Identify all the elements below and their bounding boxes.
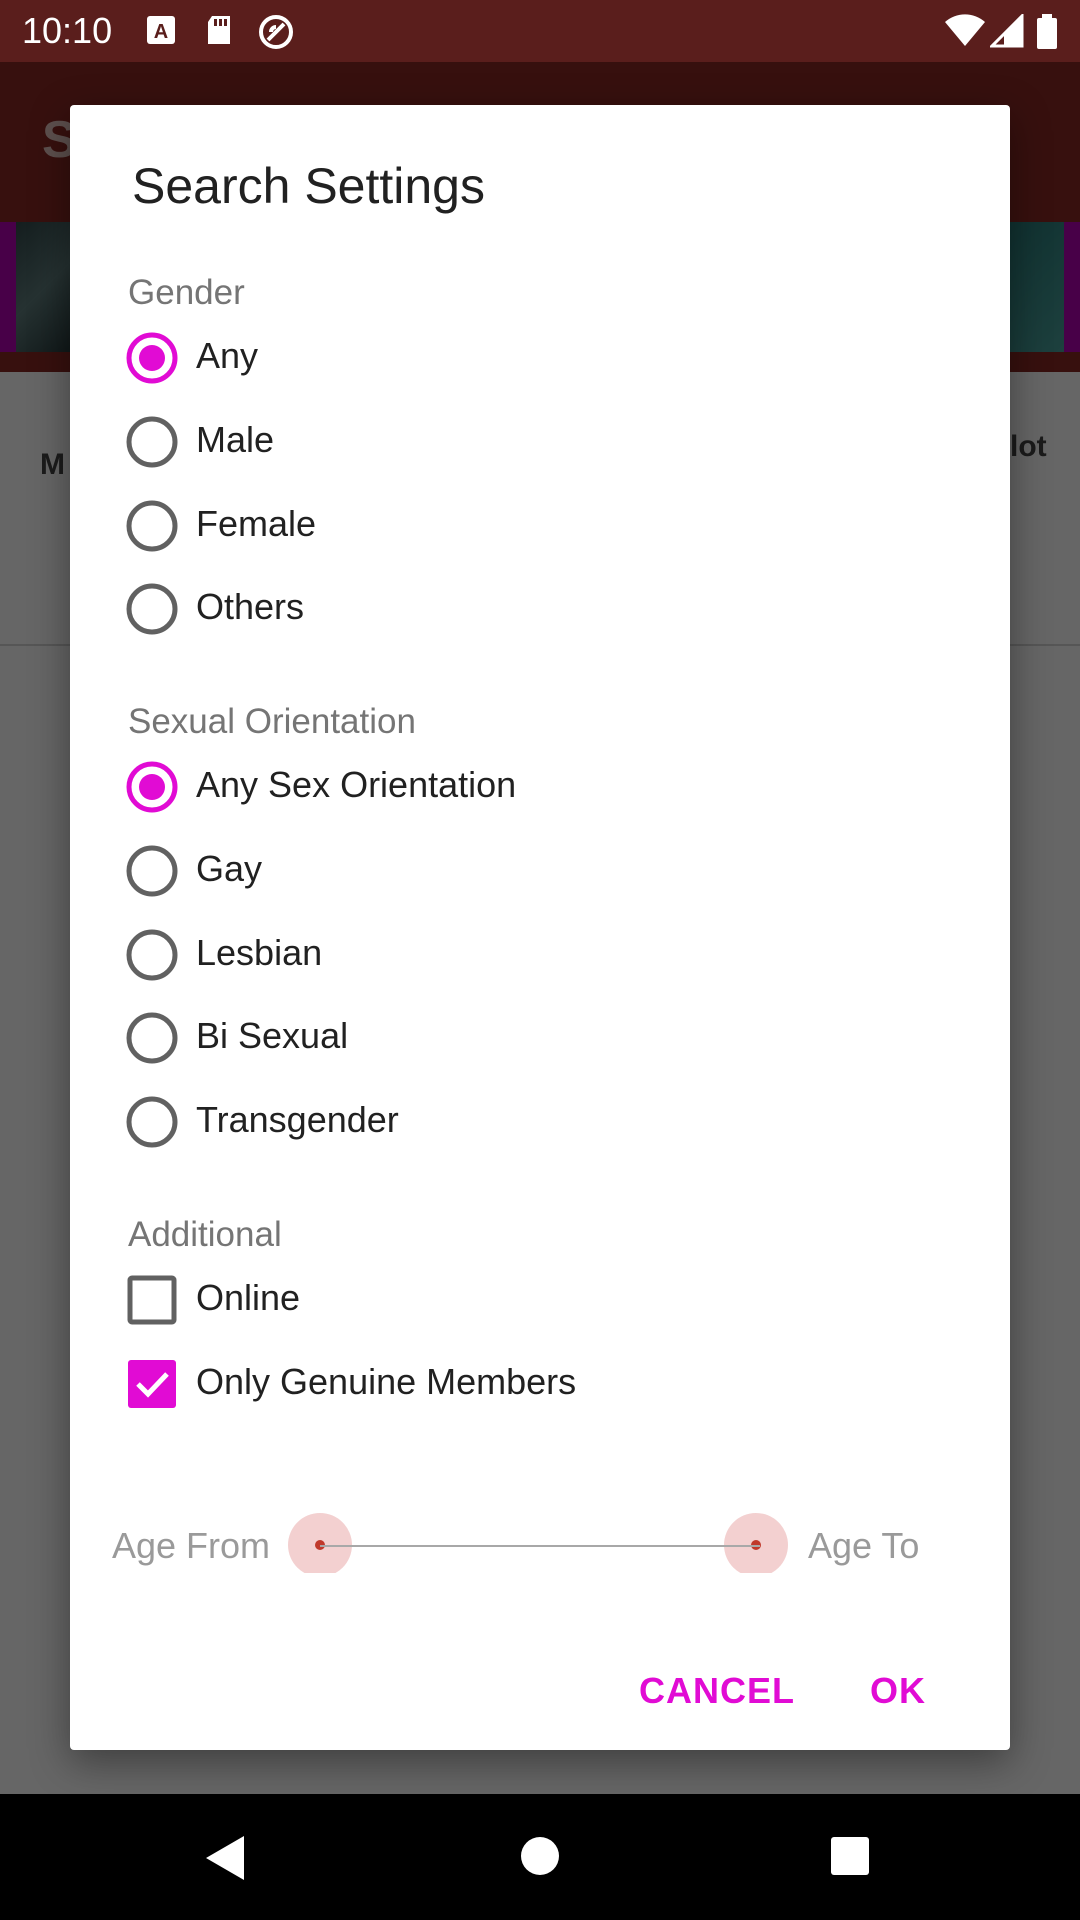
battery-icon	[1037, 14, 1057, 49]
option-label: Female	[196, 503, 317, 544]
status-time: 10:10	[22, 10, 113, 51]
status-bar: 10:10 A	[0, 0, 1080, 62]
a-notification-icon: A	[147, 16, 175, 44]
orientation-section-label: Sexual Orientation	[128, 702, 416, 741]
checkbox-unchecked-icon	[127, 1275, 177, 1325]
radio-unselected-icon	[126, 416, 178, 468]
gender-section-label: Gender	[128, 273, 245, 312]
home-icon[interactable]	[520, 1836, 560, 1876]
ok-button[interactable]: OK	[870, 1670, 926, 1712]
age-to-label: Age To	[808, 1525, 920, 1566]
option-label: Any	[196, 335, 259, 376]
navigation-bar	[0, 1794, 1080, 1920]
option-label: Online	[196, 1277, 301, 1318]
age-from-label: Age From	[112, 1525, 271, 1566]
radio-unselected-icon	[126, 1096, 178, 1148]
sd-card-icon	[208, 16, 230, 44]
back-icon[interactable]	[204, 1834, 248, 1882]
radio-selected-icon	[126, 332, 178, 384]
recents-icon[interactable]	[830, 1836, 870, 1876]
orientation-option-gay[interactable]: Gay	[126, 836, 946, 906]
search-settings-dialog: Search Settings Gender Any Male Female O…	[70, 105, 1010, 1750]
age-from-slider-thumb[interactable]	[288, 1513, 352, 1573]
gender-option-any[interactable]: Any	[126, 323, 946, 393]
cancel-button[interactable]: CANCEL	[639, 1670, 795, 1712]
age-range-row: Age From Age To	[70, 1505, 1010, 1573]
radio-unselected-icon	[126, 929, 178, 981]
wifi-icon	[945, 14, 985, 46]
option-label: Others	[196, 586, 305, 627]
additional-section-label: Additional	[128, 1215, 282, 1254]
svg-text:A: A	[154, 21, 168, 43]
no-disturb-icon	[259, 15, 293, 49]
option-label: Any Sex Orientation	[196, 764, 517, 805]
gender-option-female[interactable]: Female	[126, 491, 946, 561]
radio-unselected-icon	[126, 500, 178, 552]
cell-signal-icon	[990, 14, 1024, 48]
option-label: Only Genuine Members	[196, 1361, 577, 1402]
online-checkbox[interactable]: Online	[126, 1265, 946, 1335]
gender-option-male[interactable]: Male	[126, 407, 946, 477]
option-label: Bi Sexual	[196, 1015, 349, 1056]
option-label: Lesbian	[196, 932, 323, 973]
age-slider-track[interactable]	[320, 1545, 760, 1547]
radio-unselected-icon	[126, 845, 178, 897]
orientation-option-transgender[interactable]: Transgender	[126, 1087, 946, 1157]
age-to-slider-thumb[interactable]	[724, 1513, 788, 1573]
option-label: Male	[196, 419, 275, 460]
orientation-option-any[interactable]: Any Sex Orientation	[126, 752, 946, 822]
dialog-title: Search Settings	[132, 158, 485, 214]
checkbox-checked-icon	[128, 1360, 176, 1408]
radio-unselected-icon	[126, 583, 178, 635]
option-label: Gay	[196, 848, 263, 889]
genuine-members-checkbox[interactable]: Only Genuine Members	[126, 1349, 946, 1419]
screen: S M lot 10:10 A	[0, 0, 1080, 1920]
radio-selected-icon	[126, 761, 178, 813]
gender-option-others[interactable]: Others	[126, 574, 946, 644]
orientation-option-lesbian[interactable]: Lesbian	[126, 920, 946, 990]
radio-unselected-icon	[126, 1012, 178, 1064]
orientation-option-bisexual[interactable]: Bi Sexual	[126, 1003, 946, 1073]
option-label: Transgender	[196, 1099, 399, 1140]
